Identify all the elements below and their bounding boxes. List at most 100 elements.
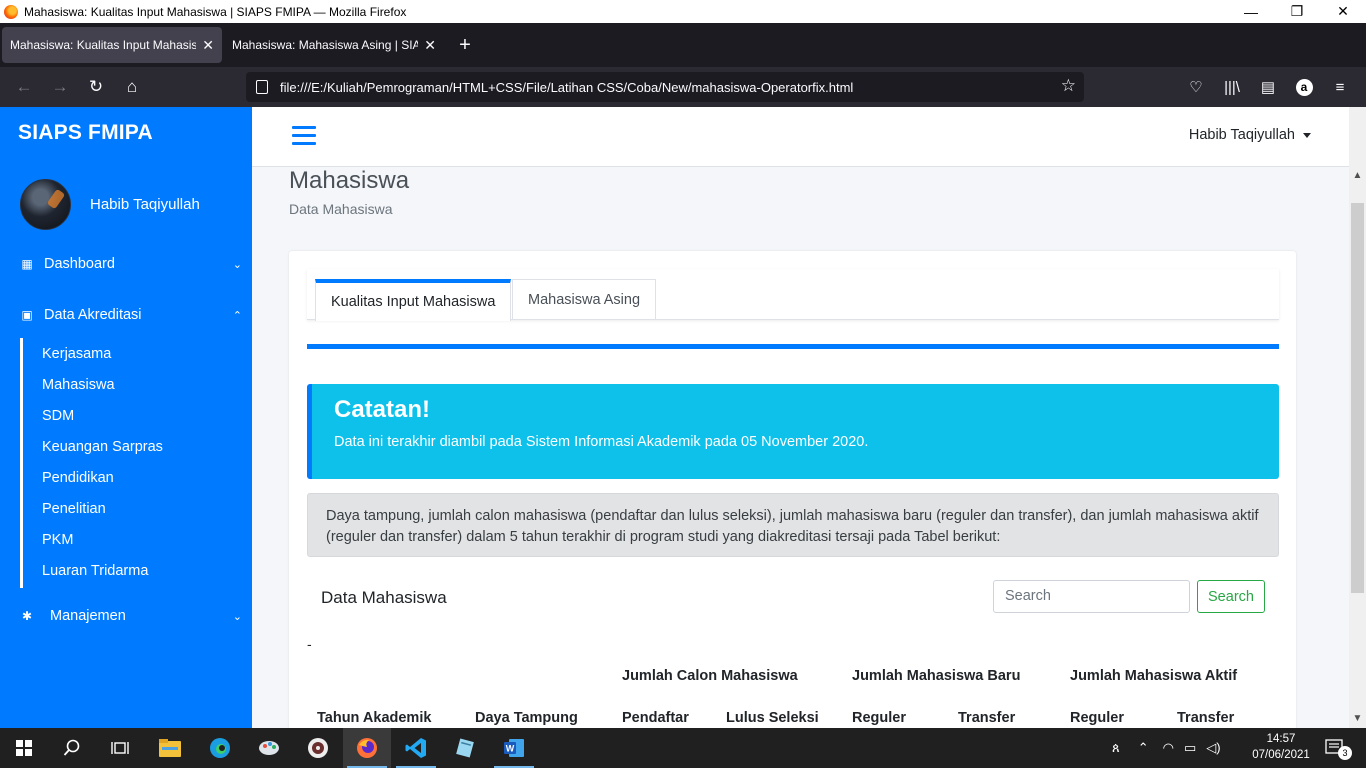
table-group-header: Jumlah Calon Mahasiswa [622,668,798,684]
sidebar-subitem-kerjasama[interactable]: Kerjasama [42,343,111,365]
sidebar-user[interactable]: Habib Taqiyullah [20,179,200,230]
restore-button[interactable]: ❐ [1274,0,1320,23]
back-arrow-icon[interactable]: ← [6,71,42,103]
page-subtitle: Data Mahasiswa [289,201,393,217]
people-icon[interactable]: ጰ [1112,740,1120,756]
sidebar-toggle-icon[interactable]: ▤ [1250,71,1286,103]
minimize-button[interactable]: — [1228,0,1274,23]
bookmark-star-icon[interactable]: ☆ [1061,76,1076,96]
window-titlebar: Mahasiswa: Kualitas Input Mahasiswa | SI… [0,0,1366,23]
volume-icon[interactable]: ◁) [1206,740,1220,756]
table-column-header: Transfer [1177,710,1235,726]
table-column-header: Transfer [958,710,1016,726]
task-view-icon[interactable] [96,728,144,768]
search-input[interactable]: Search [993,580,1190,613]
table-column-header: Reguler [1070,710,1124,726]
amazon-icon[interactable]: a [1286,71,1322,103]
firefox-taskbar-icon[interactable] [343,728,391,768]
dash-text: - [307,636,312,652]
scrollbar-thumb[interactable] [1351,203,1364,593]
tab-label: Mahasiswa Asing [528,291,641,308]
sidebar-subitem-keuangan-sarpras[interactable]: Keuangan Sarpras [42,436,163,458]
sidebar-subitem-mahasiswa[interactable]: Mahasiswa [42,374,115,396]
callout-note: Catatan! Data ini terakhir diambil pada … [307,384,1279,479]
browser-tab[interactable]: Mahasiswa: Mahasiswa Asing | SIAP ✕ [224,27,444,63]
windows-taskbar: W ጰ ⌃ ◠ ▭ ◁) 14:57 07/06/2021 3 [0,728,1366,768]
divider [307,344,1279,349]
edge-browser-icon[interactable] [196,728,244,768]
sidebar-subitem-sdm[interactable]: SDM [42,405,74,427]
paint-app-icon[interactable] [245,728,293,768]
firefox-logo-icon [4,4,18,19]
clock-time: 14:57 [1266,733,1296,745]
search-button[interactable]: Search [1197,580,1265,613]
home-icon[interactable]: ⌂ [114,71,150,103]
media-player-icon[interactable] [294,728,342,768]
notification-count-badge: 3 [1338,746,1352,760]
top-navbar: Habib Taqiyullah [252,107,1349,167]
file-explorer-icon[interactable] [146,728,194,768]
vscode-icon[interactable] [392,728,440,768]
sidebar-item-label: Manajemen [50,608,126,624]
table-group-header: Jumlah Mahasiswa Aktif [1070,668,1238,684]
amazon-icon-glyph: a [1295,78,1313,96]
page-title: Mahasiswa [289,167,410,194]
windows-start-icon[interactable] [0,728,48,768]
calendar-icon: ▣ [21,308,33,322]
page-scrollbar[interactable]: ▲ ▼ [1349,107,1366,728]
url-text[interactable]: file:///E:/Kuliah/Pemrograman/HTML+CSS/F… [280,80,853,95]
forward-arrow-icon[interactable]: → [42,71,78,103]
wifi-icon[interactable]: ◠ [1163,740,1174,756]
callout-title: Catatan! [334,396,431,423]
notepad-icon[interactable] [441,728,489,768]
sidebar-user-name: Habib Taqiyullah [90,196,200,213]
scroll-up-icon[interactable]: ▲ [1349,167,1366,184]
user-dropdown-label: Habib Taqiyullah [1188,127,1295,143]
chevron-up-icon: ⌃ [232,309,242,322]
table-column-header: Tahun Akademik [317,710,432,726]
avatar [20,179,71,230]
tab-close-icon[interactable]: ✕ [202,37,214,54]
content-tabs: Kualitas Input Mahasiswa Mahasiswa Asing [307,269,1279,321]
tab-close-icon[interactable]: ✕ [424,37,436,54]
brand-logo[interactable]: SIAPS FMIPA [18,121,153,145]
pocket-icon[interactable]: ♡ [1178,71,1214,103]
sidebar-subitem-penelitian[interactable]: Penelitian [42,498,106,520]
search-icon[interactable] [48,728,96,768]
sidebar: SIAPS FMIPA Habib Taqiyullah ▦ Dashboard… [0,107,252,728]
reload-icon[interactable]: ↻ [78,71,114,103]
close-window-button[interactable]: ✕ [1320,0,1366,23]
browser-tab-active[interactable]: Mahasiswa: Kualitas Input Mahasisw ✕ [2,27,222,63]
scroll-down-icon[interactable]: ▼ [1349,710,1366,727]
taskbar-clock[interactable]: 14:57 07/06/2021 [1250,731,1312,763]
content-card: Kualitas Input Mahasiswa Mahasiswa Asing… [289,251,1296,728]
table-group-header: Jumlah Mahasiswa Baru [852,668,1021,684]
caret-down-icon [1303,132,1311,138]
tab-kualitas-input-mahasiswa[interactable]: Kualitas Input Mahasiswa [315,279,512,321]
browser-toolbar: ← → ↻ ⌂ file:///E:/Kuliah/Pemrograman/HT… [0,67,1366,107]
tab-mahasiswa-asing[interactable]: Mahasiswa Asing [512,279,657,319]
sidebar-subitem-luaran-tridarma[interactable]: Luaran Tridarma [42,560,148,582]
sidebar-subitem-pkm[interactable]: PKM [42,529,73,551]
sidebar-subitem-pendidikan[interactable]: Pendidikan [42,467,114,489]
chevron-up-icon[interactable]: ⌃ [1138,740,1149,756]
info-box: Daya tampung, jumlah calon mahasiswa (pe… [307,493,1279,557]
word-icon[interactable]: W [490,728,538,768]
new-tab-button[interactable]: + [450,30,480,60]
battery-icon[interactable]: ▭ [1184,740,1196,756]
file-page-icon [256,80,268,94]
sidebar-item-dashboard[interactable]: ▦ Dashboard ⌄ [0,249,252,279]
system-tray: ጰ ⌃ ◠ ▭ ◁) [1112,728,1221,768]
sidebar-item-data-akreditasi[interactable]: ▣ Data Akreditasi ⌃ [0,300,252,330]
library-icon[interactable]: |||\ [1214,71,1250,103]
sidebar-item-label: Data Akreditasi [44,307,142,323]
sidebar-item-manajemen[interactable]: ✱ Manajemen ⌄ [0,601,252,631]
table-column-header: Lulus Seleksi [726,710,819,726]
window-title: Mahasiswa: Kualitas Input Mahasiswa | SI… [24,4,407,19]
hamburger-menu-icon[interactable] [292,126,316,146]
chevron-down-icon: ⌄ [232,610,242,623]
notification-center-icon[interactable]: 3 [1310,728,1360,768]
menu-icon[interactable]: ≡ [1322,71,1358,103]
address-bar[interactable]: file:///E:/Kuliah/Pemrograman/HTML+CSS/F… [246,72,1084,102]
user-dropdown[interactable]: Habib Taqiyullah [1189,127,1311,143]
